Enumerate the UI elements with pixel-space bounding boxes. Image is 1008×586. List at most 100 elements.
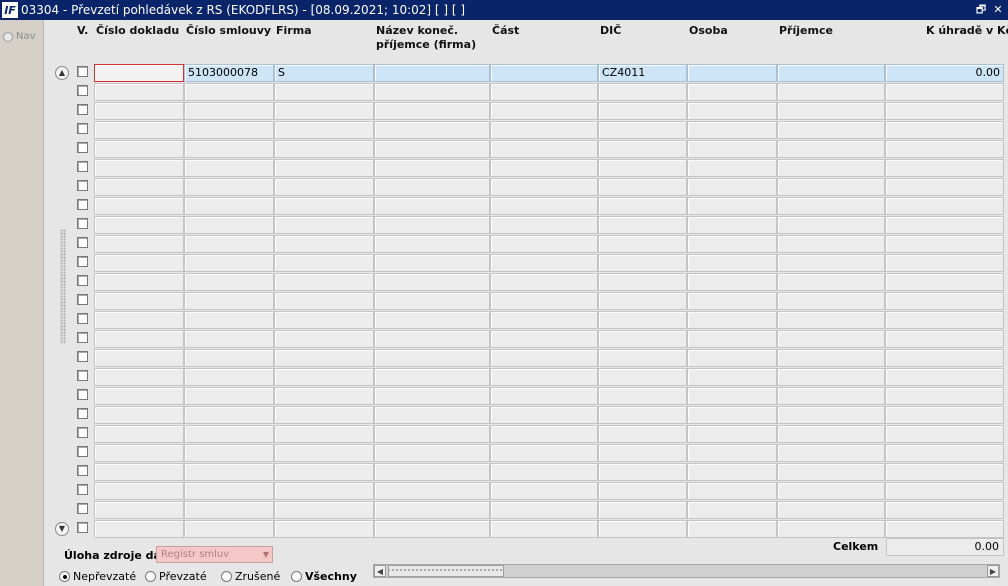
table-cell[interactable] [687,292,777,310]
table-cell[interactable] [687,406,777,424]
row-checkbox[interactable] [77,484,88,495]
table-cell[interactable] [598,102,687,120]
table-cell[interactable] [374,140,490,158]
table-cell[interactable] [184,368,274,386]
table-cell[interactable] [885,121,1004,139]
table-cell[interactable] [598,368,687,386]
table-cell[interactable] [598,216,687,234]
table-cell[interactable] [374,463,490,481]
table-cell[interactable] [374,368,490,386]
table-cell[interactable] [184,235,274,253]
table-cell[interactable] [94,292,184,310]
table-cell[interactable] [885,273,1004,291]
table-cell[interactable] [687,197,777,215]
row-checkbox[interactable] [77,199,88,210]
table-cell[interactable] [374,83,490,101]
radio-button[interactable] [221,571,232,582]
table-cell[interactable] [687,482,777,500]
table-cell[interactable] [490,178,598,196]
table-cell[interactable] [598,121,687,139]
table-cell[interactable] [687,425,777,443]
table-cell[interactable] [490,254,598,272]
scroll-thumb[interactable] [388,565,504,577]
table-cell[interactable] [374,178,490,196]
table-cell[interactable] [687,520,777,538]
table-cell[interactable] [885,406,1004,424]
table-cell[interactable] [184,292,274,310]
row-checkbox[interactable] [77,427,88,438]
table-cell[interactable] [777,482,885,500]
table-cell[interactable] [885,501,1004,519]
table-cell[interactable] [687,216,777,234]
table-cell[interactable] [490,273,598,291]
table-cell[interactable] [94,273,184,291]
table-cell[interactable] [94,406,184,424]
table-cell[interactable] [885,254,1004,272]
table-cell[interactable] [184,482,274,500]
row-checkbox[interactable] [77,294,88,305]
cislo-smlouvy-field[interactable]: 5103000078 [184,64,274,82]
table-cell[interactable] [184,140,274,158]
table-cell[interactable] [598,178,687,196]
table-cell[interactable] [885,349,1004,367]
table-cell[interactable] [274,216,374,234]
radio-button[interactable] [291,571,302,582]
row-checkbox[interactable] [77,522,88,533]
table-cell[interactable] [184,216,274,234]
chevron-down-icon[interactable]: ▼ [263,547,269,562]
table-cell[interactable] [687,140,777,158]
table-cell[interactable] [184,444,274,462]
table-cell[interactable] [598,235,687,253]
table-cell[interactable] [777,368,885,386]
table-cell[interactable] [777,235,885,253]
table-cell[interactable] [885,197,1004,215]
table-cell[interactable] [598,349,687,367]
row-checkbox[interactable] [77,370,88,381]
nazev-field[interactable] [374,64,490,82]
table-cell[interactable] [94,501,184,519]
table-cell[interactable] [274,368,374,386]
table-cell[interactable] [274,83,374,101]
table-cell[interactable] [777,102,885,120]
radio-button[interactable] [59,571,70,582]
table-cell[interactable] [490,159,598,177]
table-cell[interactable] [184,178,274,196]
table-cell[interactable] [885,368,1004,386]
row-checkbox[interactable] [77,332,88,343]
close-window-icon[interactable]: ✕ [991,3,1005,17]
table-cell[interactable] [274,482,374,500]
table-cell[interactable] [94,368,184,386]
table-cell[interactable] [598,197,687,215]
radio-button[interactable] [145,571,156,582]
table-cell[interactable] [184,501,274,519]
table-cell[interactable] [885,482,1004,500]
table-cell[interactable] [490,387,598,405]
row-checkbox[interactable] [77,256,88,267]
row-checkbox[interactable] [77,161,88,172]
table-cell[interactable] [885,102,1004,120]
table-cell[interactable] [94,482,184,500]
table-cell[interactable] [885,463,1004,481]
scroll-left-icon[interactable]: ◀ [374,565,386,577]
table-cell[interactable] [374,292,490,310]
radio-prevzate[interactable]: Převzaté [145,570,207,583]
dic-field[interactable]: CZ4011 [598,64,687,82]
row-checkbox[interactable] [77,275,88,286]
table-cell[interactable] [598,254,687,272]
table-cell[interactable] [184,254,274,272]
table-cell[interactable] [885,520,1004,538]
table-cell[interactable] [687,463,777,481]
table-cell[interactable] [598,406,687,424]
table-cell[interactable] [274,501,374,519]
table-cell[interactable] [374,330,490,348]
table-cell[interactable] [374,444,490,462]
table-cell[interactable] [184,311,274,329]
table-cell[interactable] [184,387,274,405]
table-cell[interactable] [274,197,374,215]
table-cell[interactable] [274,102,374,120]
table-cell[interactable] [274,330,374,348]
table-cell[interactable] [777,520,885,538]
table-cell[interactable] [687,444,777,462]
table-cell[interactable] [274,463,374,481]
table-cell[interactable] [687,178,777,196]
